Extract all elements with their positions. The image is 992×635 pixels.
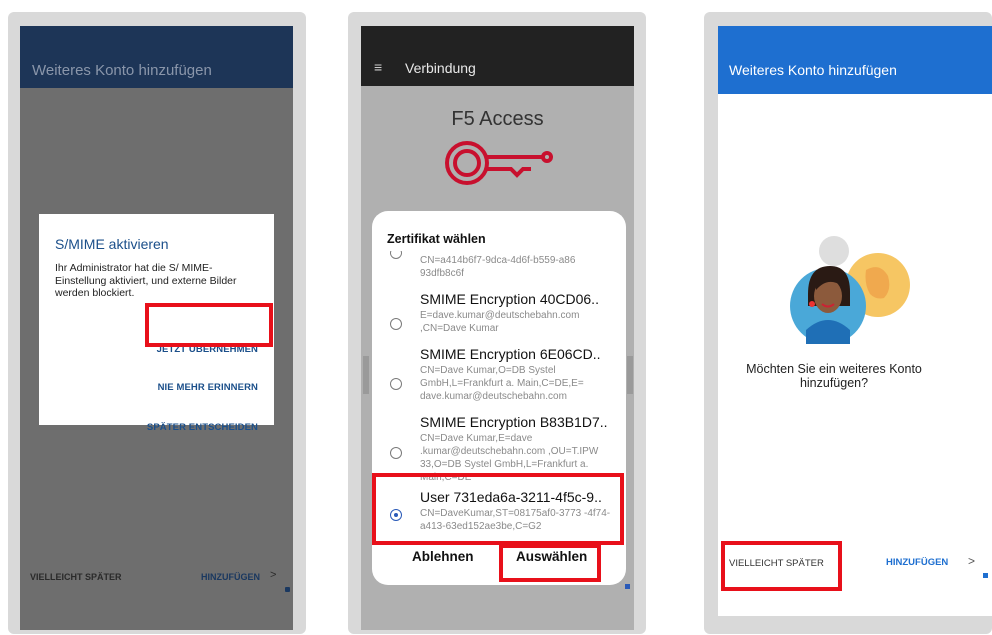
radio-button-selected[interactable] [390,509,402,521]
certificate-detail: CN=a414b6f7-9dca-4d6f-b559-a86 93dfb8c6f [420,255,576,279]
certificate-detail: CN=DaveKumar,ST=08175af0-3773 -4f74-a413… [420,508,611,532]
panel1-app-title: Weiteres Konto hinzufügen [32,62,212,79]
add-account-question: Möchten Sie ein weiteres Konto hinzufüge… [746,362,922,390]
select-button[interactable]: Auswählen [516,549,587,564]
scroll-edge-right [627,356,633,394]
add-account-button[interactable]: HINZUFÜGEN [201,572,260,582]
f5-access-title: F5 Access [451,108,544,130]
radio-button[interactable] [390,251,402,259]
certificate-sheet-title: Zertifikat wählen [387,232,486,246]
smime-dialog: S/MIME aktivieren Ihr Administrator hat … [39,214,274,433]
certificate-detail: CN=Dave Kumar,O=DB Systel GmbH,L=Frankfu… [420,365,584,402]
certificate-name: SMIME Encryption 6E06CD.. [420,346,601,362]
panel3-screen: Weiteres Konto hinzufügen Möchten Sie ei… [718,26,992,616]
decide-later-button[interactable]: SPÄTER ENTSCHEIDEN [147,422,258,433]
certificate-detail: CN=Dave Kumar,E=dave .kumar@deutschebahn… [420,433,599,483]
certificate-name: User 731eda6a-3211-4f5c-9.. [420,489,602,505]
radio-button[interactable] [390,447,402,459]
certificate-detail: E=dave.kumar@deutschebahn.com ,CN=Dave K… [420,310,580,334]
f5-key-logo-icon [445,141,553,185]
panel2-top-bar: ≡ Verbindung [361,26,634,86]
certificate-sheet: Zertifikat wählen CN=a414b6f7-9dca-4d6f-… [372,211,626,585]
hamburger-menu-icon[interactable]: ≡ [374,59,382,75]
smime-dialog-title: S/MIME aktivieren [55,236,169,252]
chevron-right-icon: > [968,554,976,568]
add-account-illustration-icon [790,236,910,344]
reject-button[interactable]: Ablehnen [412,549,474,564]
scroll-edge-left [363,356,369,394]
nav-indicator-icon [625,584,630,589]
panel1-app-bar: Weiteres Konto hinzufügen [20,26,293,88]
certificate-name: SMIME Encryption B83B1D7.. [420,414,608,430]
maybe-later-button[interactable]: VIELLEICHT SPÄTER [729,558,824,569]
add-account-button[interactable]: HINZUFÜGEN [886,557,948,568]
never-remind-button[interactable]: NIE MEHR ERINNERN [158,382,258,393]
panel3-app-bar: Weiteres Konto hinzufügen [718,26,992,94]
apply-now-button[interactable]: JETZT ÜBERNEHMEN [157,344,258,355]
maybe-later-button[interactable]: VIELLEICHT SPÄTER [30,572,122,582]
certificate-list[interactable]: CN=a414b6f7-9dca-4d6f-b559-a86 93dfb8c6f… [372,251,626,535]
radio-button[interactable] [390,318,402,330]
nav-indicator-icon [983,573,988,578]
panel2-screen: ≡ Verbindung F5 Access Zertifikat wählen… [361,26,634,630]
chevron-right-icon: > [270,569,277,581]
panel2-title: Verbindung [405,60,476,76]
smime-dialog-body: Ihr Administrator hat die S/ MIME-Einste… [55,262,237,299]
nav-indicator-icon [285,587,290,592]
panel1-screen: Weiteres Konto hinzufügen S/MIME aktivie… [20,26,293,630]
radio-button[interactable] [390,378,402,390]
certificate-name: SMIME Encryption 40CD06.. [420,291,599,307]
panel3-app-title: Weiteres Konto hinzufügen [729,62,897,78]
